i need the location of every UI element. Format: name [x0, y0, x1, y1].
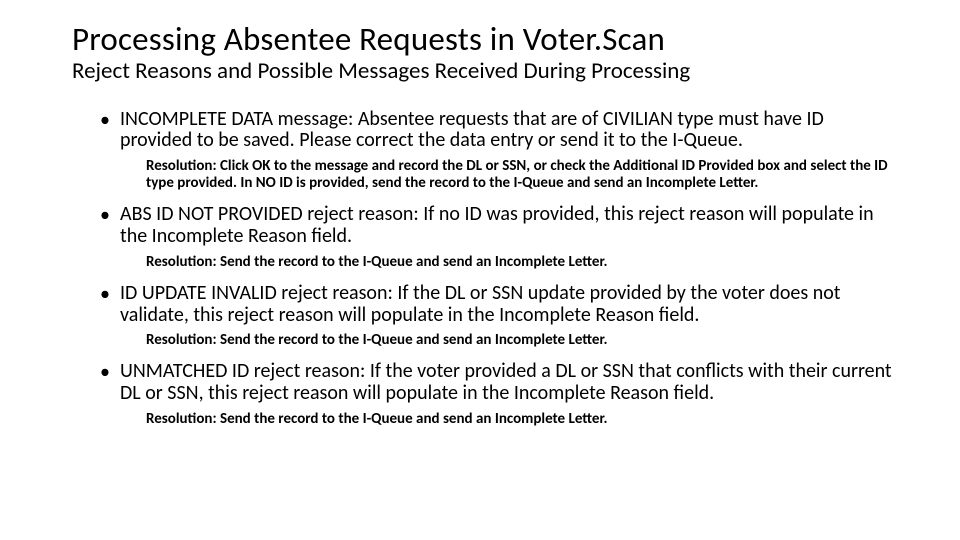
- item-text: INCOMPLETE DATA message: Absentee reques…: [120, 109, 900, 152]
- item-resolution: Resolution: Click OK to the message and …: [146, 158, 900, 193]
- slide-body: INCOMPLETE DATA message: Absentee reques…: [72, 109, 900, 428]
- bullet-list: INCOMPLETE DATA message: Absentee reques…: [100, 109, 900, 428]
- item-text: ABS ID NOT PROVIDED reject reason: If no…: [120, 204, 900, 247]
- list-item: UNMATCHED ID reject reason: If the voter…: [100, 361, 900, 427]
- item-text: ID UPDATE INVALID reject reason: If the …: [120, 283, 900, 326]
- slide-subtitle: Reject Reasons and Possible Messages Rec…: [72, 59, 900, 83]
- item-text: UNMATCHED ID reject reason: If the voter…: [120, 361, 900, 404]
- list-item: ABS ID NOT PROVIDED reject reason: If no…: [100, 204, 900, 270]
- item-resolution: Resolution: Send the record to the I-Que…: [146, 254, 900, 271]
- item-resolution: Resolution: Send the record to the I-Que…: [146, 332, 900, 349]
- item-resolution: Resolution: Send the record to the I-Que…: [146, 411, 900, 428]
- list-item: ID UPDATE INVALID reject reason: If the …: [100, 283, 900, 349]
- slide-title: Processing Absentee Requests in Voter.Sc…: [72, 22, 900, 57]
- slide: Processing Absentee Requests in Voter.Sc…: [0, 0, 960, 540]
- list-item: INCOMPLETE DATA message: Absentee reques…: [100, 109, 900, 193]
